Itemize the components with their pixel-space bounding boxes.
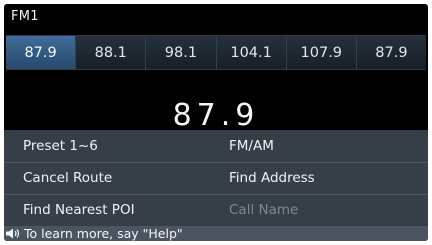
preset-2[interactable]: 88.1 [76, 36, 147, 69]
current-frequency: 87.9 [172, 98, 260, 133]
menu-item-cancel-route[interactable]: Cancel Route [23, 162, 112, 194]
hint-text: To learn more, say "Help" [24, 226, 183, 241]
menu-row: Find Nearest POI Call Name [4, 194, 428, 226]
preset-5[interactable]: 107.9 [286, 36, 357, 69]
menu-row: Preset 1~6 FM/AM [4, 130, 428, 163]
preset-6[interactable]: 87.9 [356, 36, 427, 69]
voice-command-menu: Preset 1~6 FM/AM Cancel Route Find Addre… [4, 130, 428, 226]
band-title: FM1 [11, 9, 39, 24]
preset-1[interactable]: 87.9 [6, 36, 77, 69]
menu-item-fm-am[interactable]: FM/AM [229, 130, 274, 162]
radio-screen: FM1 87.9 88.1 98.1 104.1 107.9 87.9 87.9… [4, 4, 428, 241]
menu-item-find-address[interactable]: Find Address [229, 162, 315, 194]
preset-4[interactable]: 104.1 [216, 36, 287, 69]
preset-3[interactable]: 98.1 [146, 36, 217, 69]
menu-row: Cancel Route Find Address [4, 162, 428, 195]
preset-bar: 87.9 88.1 98.1 104.1 107.9 87.9 [6, 35, 427, 70]
speaker-icon [6, 228, 20, 239]
menu-item-find-nearest-poi[interactable]: Find Nearest POI [23, 194, 135, 226]
menu-item-preset[interactable]: Preset 1~6 [23, 130, 98, 162]
voice-hint-bar: To learn more, say "Help" [4, 226, 428, 241]
menu-item-call-name: Call Name [229, 202, 299, 218]
